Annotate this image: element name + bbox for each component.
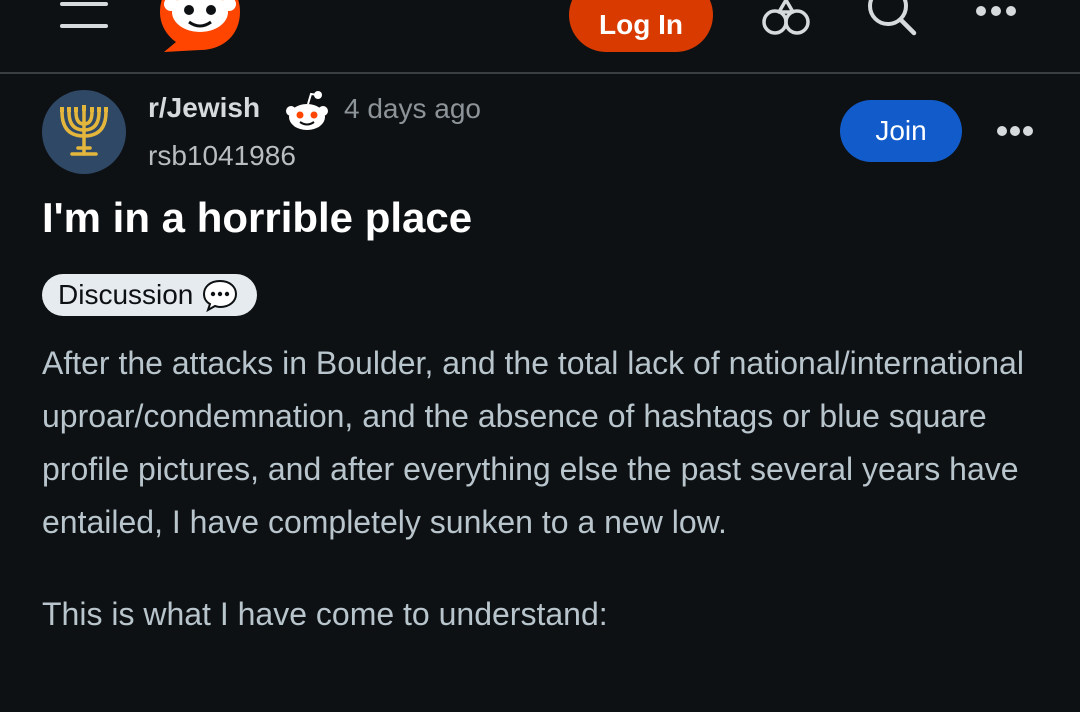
post-body: After the attacks in Boulder, and the to… <box>42 337 1032 680</box>
reddit-logo[interactable] <box>156 0 244 54</box>
post-paragraph: This is what I have come to understand: <box>42 596 608 632</box>
post-author[interactable]: rsb1041986 <box>148 140 296 172</box>
search-icon[interactable] <box>866 0 918 40</box>
post-paragraph: After the attacks in Boulder, and the to… <box>42 345 1024 540</box>
post-title[interactable]: I'm in a horrible place <box>42 194 472 242</box>
flair-label: Discussion <box>58 279 194 310</box>
snoo-icon <box>286 91 328 130</box>
post-flair[interactable]: Discussion <box>42 274 258 316</box>
join-button[interactable]: Join <box>840 100 962 162</box>
menorah-icon <box>60 105 108 156</box>
advertise-icon[interactable] <box>760 0 812 40</box>
post-more-icon[interactable] <box>997 126 1037 138</box>
top-bar: Log In <box>0 0 1080 74</box>
more-icon[interactable] <box>976 6 1016 18</box>
post-timestamp: 4 days ago <box>344 93 481 124</box>
post-header: r/Jewish 4 days ago rsb1041986 Join <box>42 88 1042 178</box>
speech-bubble-icon <box>203 279 238 312</box>
menu-icon[interactable] <box>60 0 108 32</box>
login-button[interactable]: Log In <box>569 0 713 52</box>
subreddit-avatar[interactable] <box>42 90 126 174</box>
subreddit-name[interactable]: r/Jewish <box>148 92 260 124</box>
